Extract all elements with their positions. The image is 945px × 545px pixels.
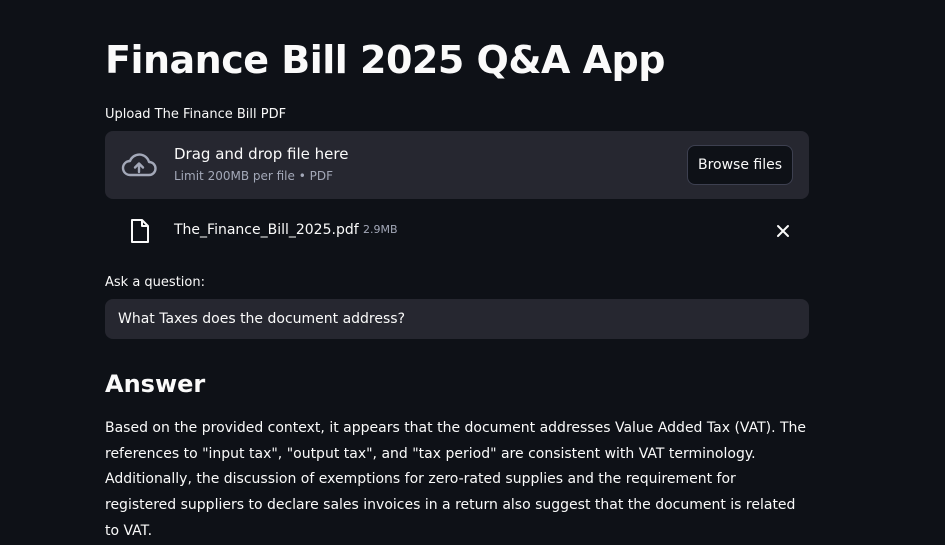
uploaded-file-name: The_Finance_Bill_2025.pdf bbox=[174, 222, 359, 238]
question-label: Ask a question: bbox=[105, 275, 205, 290]
browse-files-button[interactable]: Browse files bbox=[687, 145, 793, 185]
page-title: Finance Bill 2025 Q&A App bbox=[105, 38, 665, 82]
dropzone-instructions: Drag and drop file here bbox=[174, 145, 349, 163]
uploaded-file-size: 2.9MB bbox=[363, 223, 398, 236]
uploader-label: Upload The Finance Bill PDF bbox=[105, 107, 287, 122]
question-input[interactable] bbox=[105, 299, 809, 339]
dropzone-limit-text: Limit 200MB per file • PDF bbox=[174, 169, 333, 183]
answer-text: Based on the provided context, it appear… bbox=[105, 420, 807, 539]
uploaded-file-row: The_Finance_Bill_2025.pdf 2.9MB bbox=[105, 211, 809, 251]
file-icon bbox=[131, 219, 149, 243]
cloud-upload-icon bbox=[121, 153, 157, 177]
answer-heading: Answer bbox=[105, 370, 206, 398]
close-icon[interactable] bbox=[771, 219, 795, 243]
file-dropzone[interactable]: Drag and drop file here Limit 200MB per … bbox=[105, 131, 809, 199]
